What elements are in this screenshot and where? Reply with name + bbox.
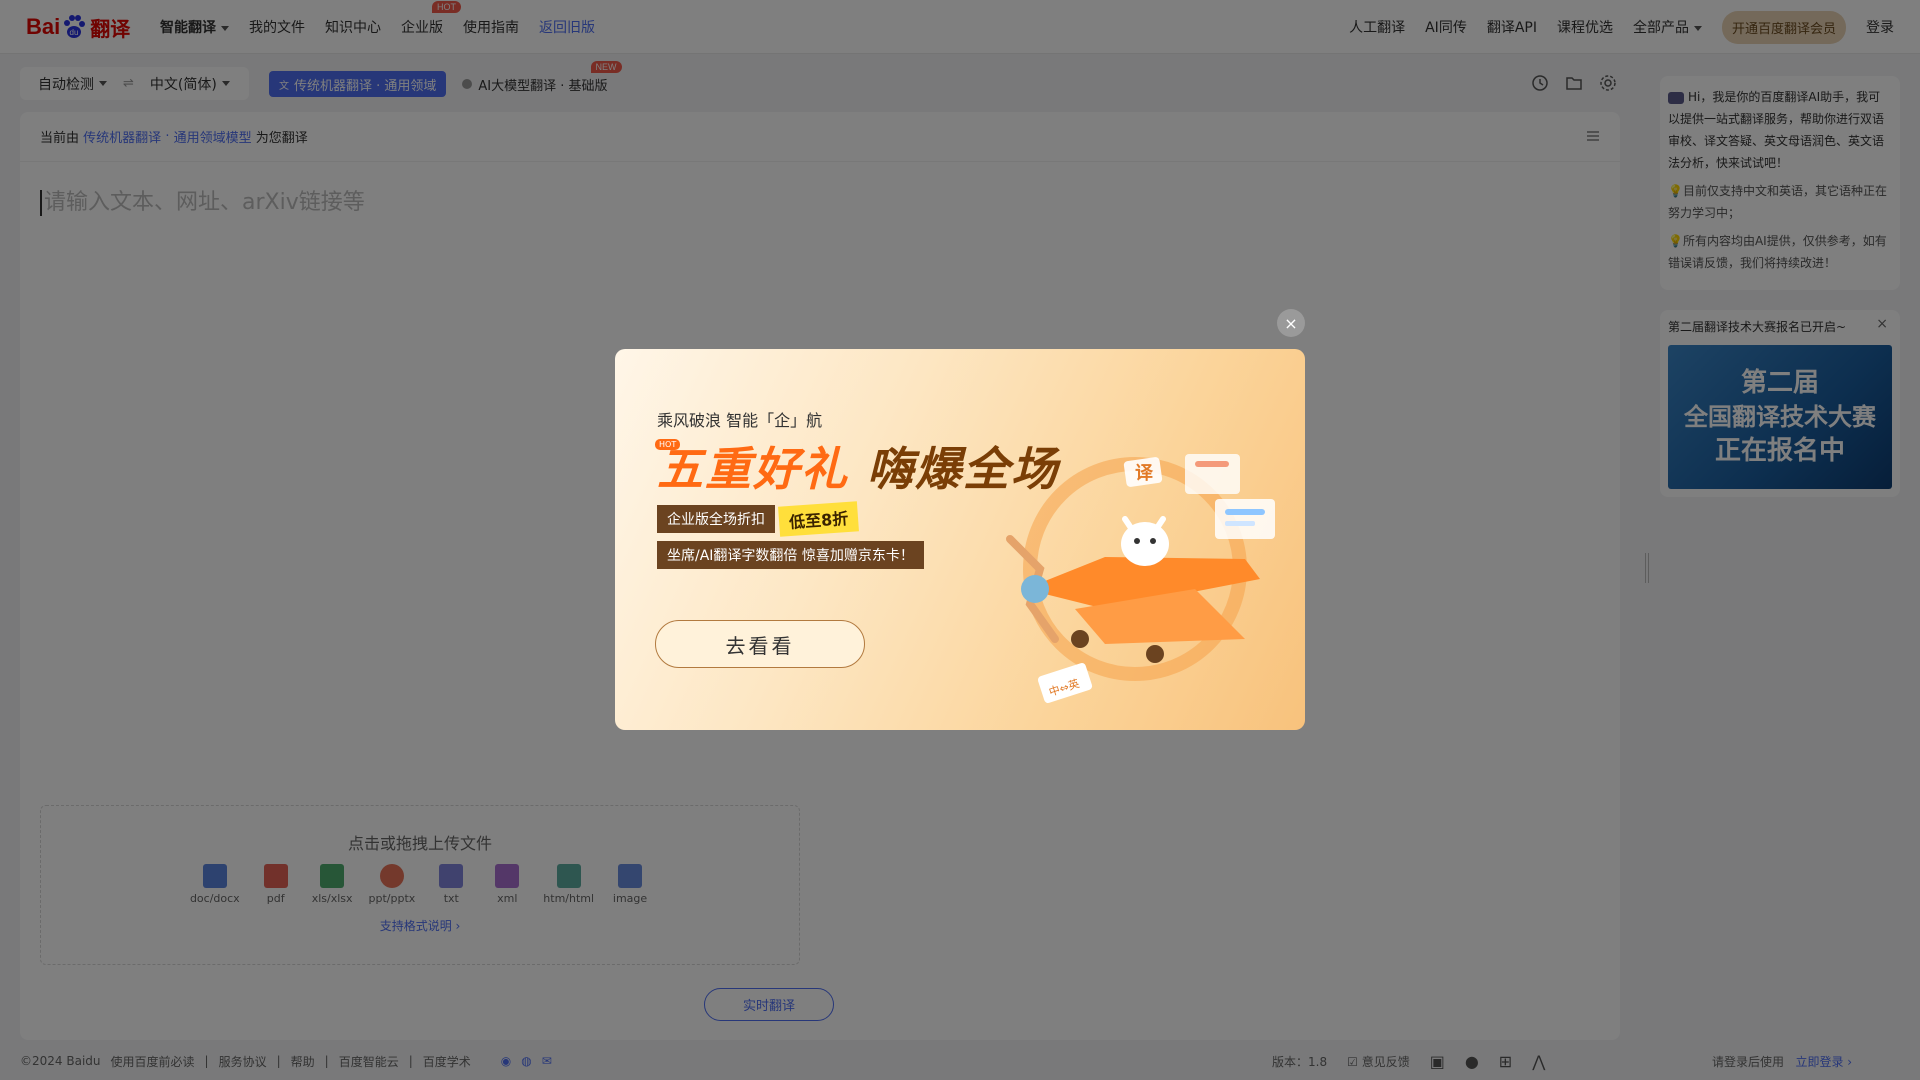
promo-tagline: 乘风破浪 智能「企」航 [657, 411, 823, 430]
airplane-illustration: 译 中⇔英 [1006, 454, 1275, 703]
promo-bonus-text: 坐席/AI翻译字数翻倍 惊喜加赠京东卡！ [657, 541, 924, 569]
discount-label: 企业版全场折扣 [657, 505, 775, 533]
close-icon[interactable]: × [1277, 309, 1305, 337]
discount-value: 低至8折 [778, 501, 860, 537]
promo-modal[interactable]: 乘风破浪 智能「企」航 HOT 五重好礼 嗨爆全场 企业版全场折扣 低至8折 坐… [615, 349, 1305, 730]
svg-text:译: 译 [1135, 463, 1154, 484]
promo-view-button[interactable]: 去看看 [655, 620, 865, 668]
promo-discount: 企业版全场折扣 低至8折 [657, 501, 860, 537]
